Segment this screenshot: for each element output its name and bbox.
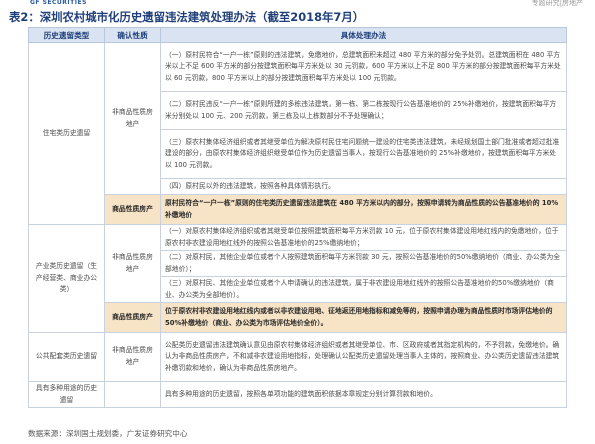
table-row: 具有多种用途的历史遗留 具有多种用途的历史遗留，按照各单项功能的建筑面积依据本章… — [28, 381, 567, 408]
method-cell: 位于原农村非农建设用地红线内或者以非农建设用地、征地返还用地指标和减免等的，按照… — [160, 302, 567, 333]
method-cell: （四）原村民以外的违法建筑，按照各种具体情形执行。 — [160, 178, 567, 195]
conf-cell-empty — [104, 381, 161, 408]
header-section-label: 专题研究|房地产 — [531, 0, 583, 7]
table-row-highlight: 商品性质房产 位于原农村非农建设用地红线内或者以非农建设用地、征地返还用地指标和… — [29, 302, 567, 333]
method-cell: （二）原村民违反“一户一栋”原则所建的多栋违法建筑，第一栋、第二栋按现行公告基准… — [160, 91, 567, 130]
type-cell-multi-use: 具有多种用途的历史遗留 — [28, 381, 105, 408]
type-cell-industrial: 产业类历史遗留（生产经营类、商业办公类） — [28, 224, 105, 333]
conf-cell-industrial-market: 商品性质房产 — [104, 302, 161, 333]
method-cell: （一）原村民符合“一户一栋”原则的违法建筑，免缴地价，总建筑面积未超过 480 … — [160, 42, 567, 92]
type-cell-public: 公共配套类历史遗留 — [28, 332, 105, 382]
table-header-row: 历史遗留类型 确认性质 具体处理办法 — [28, 27, 567, 43]
header-confirm-nature: 确认性质 — [104, 27, 161, 43]
method-cell: 公配类历史遗留违法建筑确认意见由原农村集体经济组织或者其继受单位、市、区政府或者… — [160, 332, 567, 382]
page-header: GF SECURITIES 专题研究|房地产 — [0, 0, 595, 9]
method-cell: 具有多种用途的历史遗留，按照各单项功能的建筑面积依据本章规定分别计算罚款和地价。 — [160, 381, 567, 408]
conf-cell-industrial-nonmarket: 非商品性质房地产 — [104, 224, 161, 303]
header-method: 具体处理办法 — [160, 27, 567, 43]
company-logo: GF SECURITIES — [30, 0, 87, 6]
method-cell: 原村民符合“一户一栋”原则的住宅类历史遗留违法建筑在 480 平方米以内的部分，… — [160, 194, 567, 225]
policy-table: 历史遗留类型 确认性质 具体处理办法 住宅类历史遗留 非商品性质房地产 （一）原… — [28, 27, 567, 408]
table-row-highlight: 商品性质房产 原村民符合“一户一栋”原则的住宅类历史遗留违法建筑在 480 平方… — [29, 194, 567, 225]
table-row: 产业类历史遗留（生产经营类、商业办公类） 非商品性质房地产 （一）对原农村集体经… — [28, 224, 567, 333]
method-cell: （二）对原村民，其他企业单位或者个人按照建筑面积每平方米罚款 30 元，按照公告… — [160, 250, 567, 277]
data-source-note: 数据来源：深圳国土规划委，广发证券研究中心 — [28, 429, 188, 438]
table-row: 公共配套类历史遗留 非商品性质房地产 公配类历史遗留违法建筑确认意见由原农村集体… — [28, 332, 567, 382]
type-cell-residential: 住宅类历史遗留 — [28, 42, 105, 225]
conf-cell-public-nonmarket: 非商品性质房地产 — [104, 332, 161, 382]
conf-cell-residential-nonmarket: 非商品性质房地产 — [104, 42, 161, 195]
method-cell: （三）原农村集体经济组织或者其继受单位为解决原村民住宅问题统一建设的住宅类违法建… — [160, 129, 567, 179]
header-type: 历史遗留类型 — [28, 27, 105, 43]
table-row: 住宅类历史遗留 非商品性质房地产 （一）原村民符合“一户一栋”原则的违法建筑，免… — [28, 42, 567, 225]
method-cell: （一）对原农村集体经济组织或者其继受单位按照建筑面积每平方米罚款 10 元，位于… — [160, 224, 567, 251]
table-caption: 表2：深圳农村城市化历史遗留违法建筑处理办法（截至2018年7月） — [9, 10, 365, 24]
conf-cell-residential-market: 商品性质房产 — [104, 194, 161, 225]
method-cell: （三）对原村民、其他企业单位或者个人申请确认的违法建筑，属于非农建设用地红线外的… — [160, 276, 567, 303]
